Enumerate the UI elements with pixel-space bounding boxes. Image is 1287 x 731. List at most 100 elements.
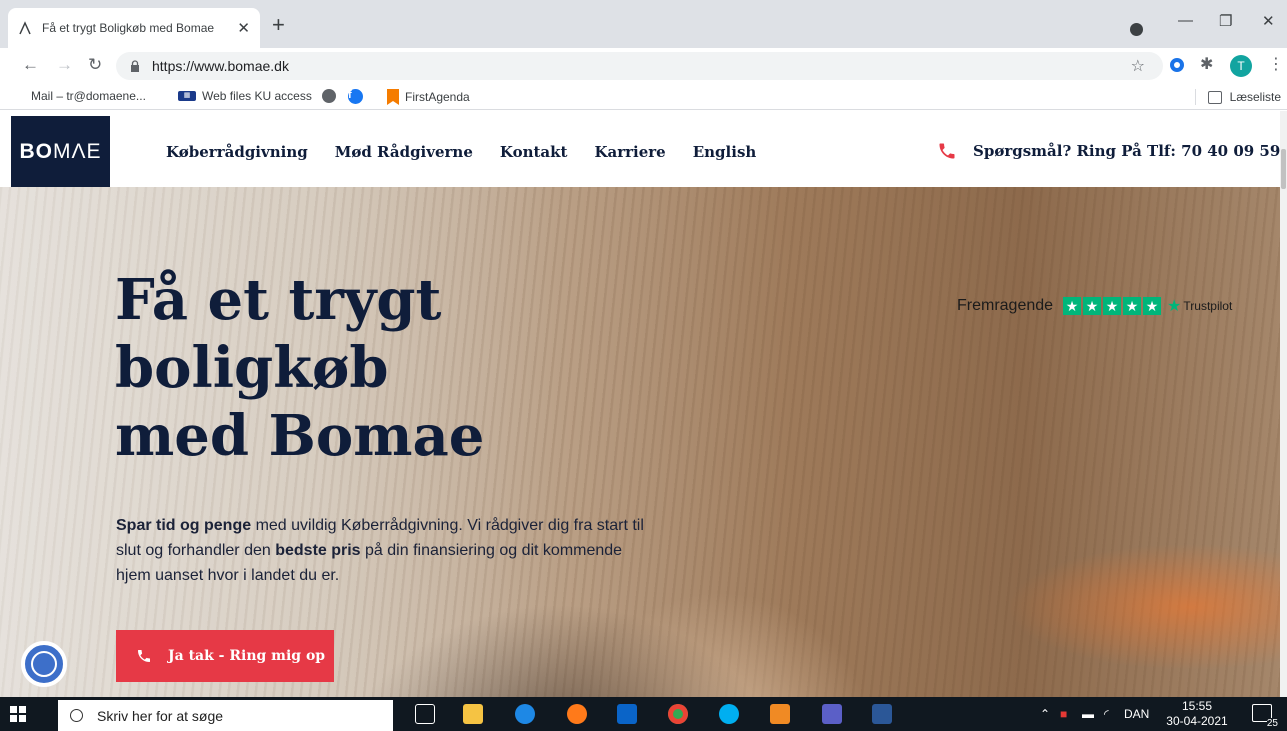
chrome-icon[interactable] (668, 704, 688, 724)
forward-icon[interactable]: → (56, 55, 73, 75)
scrollbar-thumb[interactable] (1281, 149, 1286, 189)
word-icon[interactable] (872, 704, 892, 724)
window-close-icon[interactable]: ✕ (1262, 12, 1275, 30)
phone-icon (138, 650, 150, 662)
browser-tab[interactable]: Få et trygt Boligkøb med Bomae ✕ (8, 8, 260, 48)
wifi-icon[interactable]: ◜ (1104, 707, 1109, 721)
globe-icon (322, 89, 336, 103)
phone-contact-link[interactable]: Spørgsmål? Ring På Tlf: 70 40 09 59 (937, 141, 1280, 161)
clock-date: 30-04-2021 (1166, 714, 1228, 728)
headline-line: boligkøb (115, 335, 389, 401)
tab-title: Få et trygt Boligkøb med Bomae (42, 21, 215, 35)
cookie-settings-button[interactable] (21, 641, 67, 687)
search-icon (70, 709, 83, 722)
back-icon[interactable]: ← (22, 55, 39, 75)
nav-moed-raadgiverne[interactable]: Mød Rådgiverne (335, 143, 473, 161)
bomae-favicon-icon (19, 21, 31, 35)
hero-headline: Få et trygt boligkøb med Bomae (115, 266, 635, 470)
nav-english[interactable]: English (693, 143, 757, 161)
bookmark-firstagenda[interactable]: FirstAgenda (387, 89, 470, 105)
webpage: BO MΛE Køberrådgivning Mød Rådgiverne Kon… (0, 111, 1280, 697)
firefox-icon[interactable] (567, 704, 587, 724)
star-icon: ★ (1143, 297, 1162, 315)
tray-app-icon[interactable]: ■ (1060, 707, 1067, 721)
trustpilot-rating-label: Fremragende (957, 297, 1054, 314)
lock-icon (131, 60, 139, 72)
url-text: https://www.bomae.dk (152, 58, 289, 74)
star-icon: ★ (1063, 297, 1082, 315)
reload-icon[interactable]: ↻ (88, 55, 102, 75)
divider (1194, 89, 1196, 105)
trustpilot-widget[interactable]: Fremragende ★ ★ ★ ★ ★ ★ Trustpilot (957, 296, 1232, 316)
bookmark-label: Mail – tr@domaene... (31, 89, 146, 103)
notification-count: 25 (1266, 718, 1278, 729)
bookmark-label: FirstAgenda (405, 90, 470, 104)
trustpilot-brand: Trustpilot (1183, 299, 1233, 313)
media-indicator-icon[interactable] (1130, 23, 1143, 36)
tray-chevron-icon[interactable]: ⌃ (1040, 707, 1050, 721)
site-header: BO MΛE Køberrådgivning Mød Rådgiverne Kon… (0, 111, 1280, 187)
nav-koeberraadgivning[interactable]: Køberrådgivning (166, 143, 308, 161)
tab-close-icon[interactable]: ✕ (237, 19, 250, 37)
star-icon: ★ (1103, 297, 1122, 315)
bookmark-facebook[interactable]: f (348, 89, 369, 104)
windows-taskbar: Skriv her for at søge ⌃ ■ ▬ ◜ DAN 15:55 … (0, 697, 1287, 731)
logo-light-text: MΛE (52, 139, 102, 163)
profile-avatar[interactable]: T (1230, 55, 1252, 77)
bookmark-star-icon[interactable]: ☆ (1131, 56, 1145, 76)
windows-start-icon[interactable] (10, 706, 26, 722)
extension-o-icon[interactable] (1170, 58, 1184, 72)
notification-center-icon[interactable]: 25 (1252, 704, 1278, 729)
trustpilot-stars: ★ ★ ★ ★ ★ (1063, 297, 1162, 315)
language-indicator[interactable]: DAN (1124, 707, 1149, 721)
bookmarks-bar: Mail – tr@domaene... ▦ Web files KU acce… (0, 84, 1287, 110)
bookmark-mail[interactable]: Mail – tr@domaene... (11, 89, 146, 103)
taskbar-clock[interactable]: 15:55 30-04-2021 (1165, 699, 1229, 729)
bookmark-label: Web files KU access (202, 89, 312, 103)
minimize-icon[interactable]: — (1178, 12, 1193, 29)
skype-business-icon[interactable] (770, 704, 790, 724)
phone-text: Spørgsmål? Ring På Tlf: 70 40 09 59 (973, 142, 1280, 160)
star-icon: ★ (1123, 297, 1142, 315)
lead-bold: Spar tid og penge (116, 517, 252, 534)
file-explorer-icon[interactable] (463, 704, 483, 724)
internet-explorer-icon[interactable] (515, 704, 535, 724)
hero-lead-text: Spar tid og penge med uvildig Køberrådgi… (116, 513, 646, 588)
nav-kontakt[interactable]: Kontakt (500, 143, 568, 161)
logo-bold-text: BO (19, 139, 53, 163)
menu-kebab-icon[interactable]: ⋮ (1268, 54, 1284, 74)
cookie-icon (31, 651, 57, 677)
skype-icon[interactable] (719, 704, 739, 724)
headline-line: med Bomae (115, 403, 485, 469)
firstagenda-icon (387, 89, 399, 105)
restore-icon[interactable]: ❐ (1219, 12, 1232, 30)
microsoft-logo-icon (11, 89, 25, 103)
extensions-puzzle-icon[interactable]: ✱ (1200, 54, 1213, 74)
clock-time: 15:55 (1181, 699, 1213, 713)
call-me-button[interactable]: Ja tak - Ring mig op (116, 630, 334, 682)
main-navigation: Køberrådgivning Mød Rådgiverne Kontakt K… (166, 143, 756, 161)
nav-karriere[interactable]: Karriere (594, 143, 665, 161)
bookmark-web-files[interactable]: ▦ Web files KU access (178, 89, 312, 103)
bookmark-globe[interactable] (322, 89, 342, 103)
outlook-icon[interactable] (617, 704, 637, 724)
browser-toolbar: ← → ↻ https://www.bomae.dk ☆ ✱ T ⋮ (0, 48, 1287, 84)
lead-bold: bedste pris (275, 542, 361, 559)
reading-list-button[interactable]: Læseliste (1194, 89, 1281, 105)
facebook-icon: f (348, 89, 363, 104)
battery-icon[interactable]: ▬ (1082, 707, 1094, 721)
new-tab-icon[interactable]: + (272, 14, 285, 36)
call-me-label: Ja tak - Ring mig op (168, 648, 326, 664)
reading-list-icon (1207, 90, 1222, 104)
task-view-icon[interactable] (415, 704, 435, 724)
reading-list-label: Læseliste (1229, 90, 1281, 104)
bomae-logo[interactable]: BO MΛE (11, 116, 110, 187)
phone-icon (939, 143, 955, 159)
search-placeholder: Skriv her for at søge (97, 707, 224, 724)
star-icon: ★ (1083, 297, 1102, 315)
taskbar-search-box[interactable]: Skriv her for at søge (58, 700, 393, 731)
keyboard-icon: ▦ (178, 91, 196, 101)
address-bar[interactable]: https://www.bomae.dk ☆ (116, 52, 1163, 80)
teams-icon[interactable] (822, 704, 842, 724)
page-scrollbar[interactable] (1280, 111, 1287, 697)
